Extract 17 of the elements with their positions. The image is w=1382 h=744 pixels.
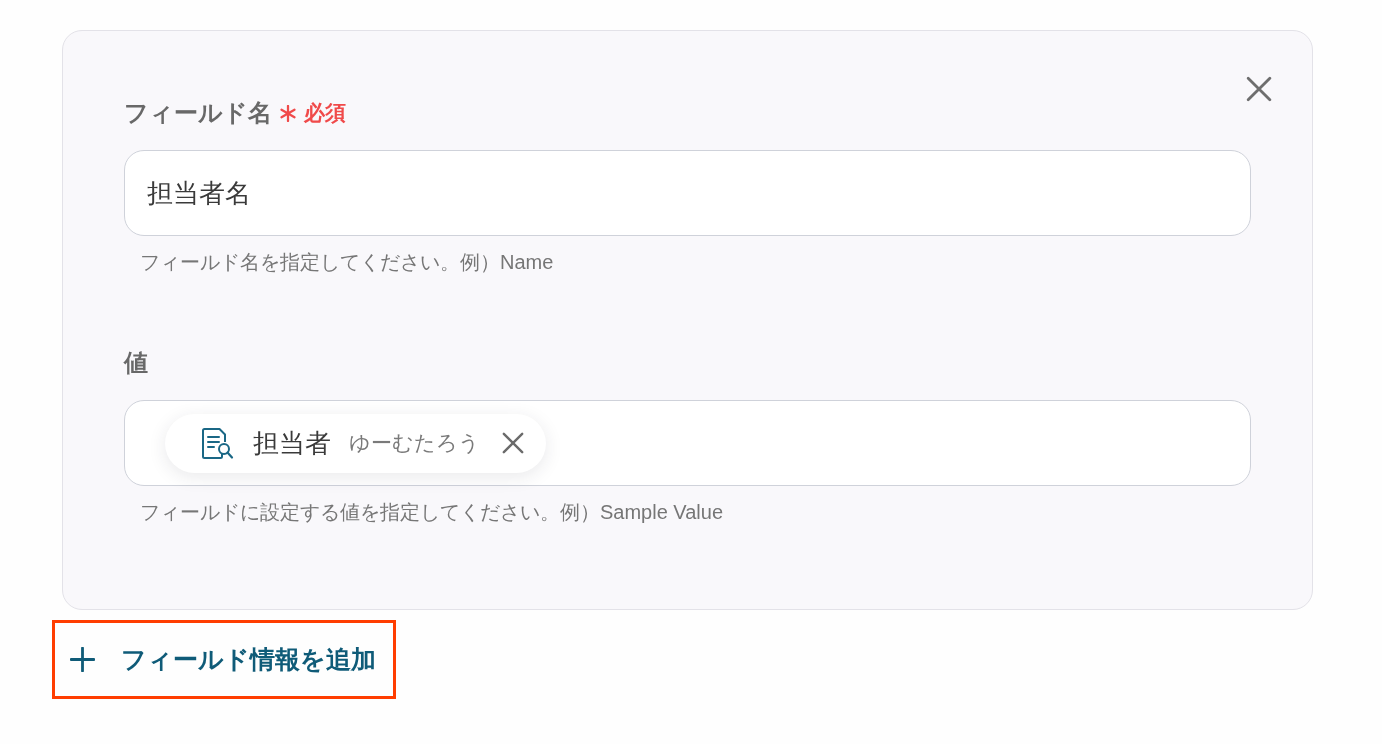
chip-name: 担当者 [253, 426, 331, 460]
help-text: フィールドに設定する値を指定してください。例）Sample Value [139, 500, 724, 524]
variable-chip[interactable]: 担当者 ゆーむたろう [165, 413, 546, 473]
remove-chip-button[interactable] [500, 430, 526, 456]
close-icon [502, 432, 524, 454]
field-label: 値 [124, 348, 148, 378]
document-search-icon [200, 425, 235, 461]
input-field[interactable]: 担当者名 [124, 150, 1251, 236]
plus-icon [70, 647, 95, 672]
help-text: フィールド名を指定してください。例）Name [139, 250, 554, 274]
chip-value: ゆーむたろう [349, 430, 480, 456]
close-button[interactable] [1244, 74, 1274, 104]
field-label: フィールド名 [124, 98, 272, 128]
input-field[interactable]: 担当者 ゆーむたろう [124, 400, 1251, 486]
add-field-button[interactable]: フィールド情報を追加 [55, 623, 393, 696]
required-label: 必須 [304, 100, 346, 126]
close-icon [1246, 76, 1272, 102]
